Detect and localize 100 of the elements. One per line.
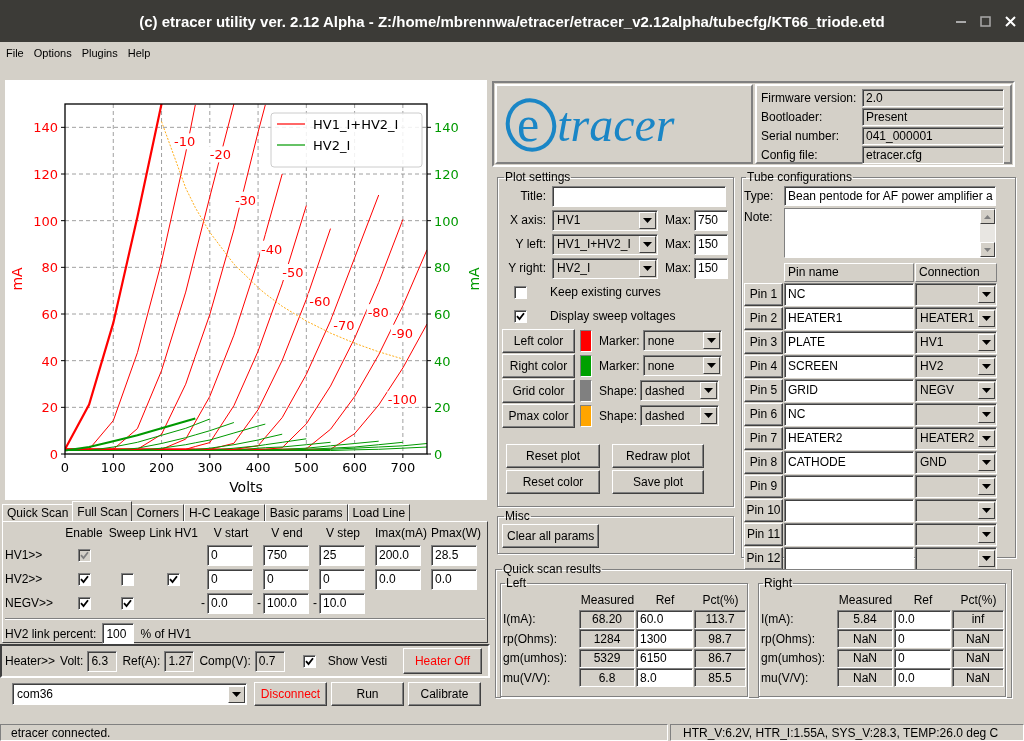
tick-label: 120 xyxy=(33,167,58,182)
readout-field: 0.7 xyxy=(254,650,285,672)
tick-label: 140 xyxy=(434,120,459,136)
row-label: NEGV>> xyxy=(5,596,55,610)
tick-label: 400 xyxy=(245,460,271,475)
curve-label: -80 xyxy=(367,305,389,321)
tick-label: 0 xyxy=(49,447,58,462)
tick-label: 0 xyxy=(60,460,70,475)
field-label: Max: xyxy=(665,213,691,227)
readout-field: 1284 xyxy=(579,629,635,649)
readout-field: 1.27 xyxy=(164,650,195,672)
field-label: Max: xyxy=(665,261,691,275)
curve-label: -10 xyxy=(174,134,196,150)
row-label: I(mA): xyxy=(761,612,795,627)
tick-label: 100 xyxy=(434,213,459,229)
curve-label: -20 xyxy=(209,147,232,163)
readout-field: 2.0 xyxy=(862,88,1004,107)
field-label: Type: xyxy=(744,189,775,203)
row-label: rp(Ohms): xyxy=(503,631,558,646)
checkbox-label: Show Vesti xyxy=(327,654,388,668)
field-label: Max: xyxy=(665,237,691,251)
column-header: Ref xyxy=(654,592,676,607)
group-title: Left xyxy=(505,576,527,590)
curve-label: -50 xyxy=(282,265,304,280)
minus-sign: - xyxy=(256,596,262,610)
field-label: Comp(V): xyxy=(199,654,251,668)
axis-title: Volts xyxy=(229,479,263,495)
field-label: Marker: xyxy=(599,333,640,348)
readout-field: Present xyxy=(862,107,1004,126)
group-title: Right xyxy=(763,576,793,590)
field-label: Y right: xyxy=(507,261,546,275)
section-label: Heater>> xyxy=(5,654,56,668)
group-title: Misc xyxy=(504,509,531,523)
curve-label: -60 xyxy=(309,294,331,310)
group-title: Plot settings xyxy=(504,170,572,184)
row-label: I(mA): xyxy=(503,612,537,627)
field-label: Y left: xyxy=(514,237,546,251)
readout-field: NaN xyxy=(952,648,1004,668)
readout-field: 86.7 xyxy=(694,648,746,668)
legend-label: HV2_I xyxy=(313,138,351,153)
readout-field: NaN xyxy=(837,629,893,649)
minus-sign: - xyxy=(200,596,206,610)
row-label: mu(V/V): xyxy=(503,670,552,685)
row-label: HV2>> xyxy=(5,572,44,586)
curve-label: -40 xyxy=(260,241,283,257)
field-label: X axis: xyxy=(509,213,546,227)
tick-label: 600 xyxy=(342,460,367,475)
status-text: etracer connected. xyxy=(0,724,668,741)
tick-label: 20 xyxy=(434,400,451,416)
field-label: HV2 link percent: xyxy=(5,626,97,641)
readout-field: NaN xyxy=(837,668,893,688)
readout-field: NaN xyxy=(952,668,1004,688)
checkbox-label: Display sweep voltages xyxy=(550,309,676,323)
readout-field: 68.20 xyxy=(579,609,635,629)
tick-label: 500 xyxy=(293,460,319,475)
tick-label: 100 xyxy=(33,213,58,229)
field-label: Note: xyxy=(744,210,774,224)
column-header: V end xyxy=(270,526,304,540)
row-label: rp(Ohms): xyxy=(761,631,816,646)
tick-label: 200 xyxy=(149,460,174,475)
field-label: Serial number: xyxy=(761,128,841,143)
field-label: Title: xyxy=(519,189,546,203)
column-header: Pin name xyxy=(784,262,914,282)
tick-label: 120 xyxy=(434,167,459,182)
column-header: Measured xyxy=(579,592,636,607)
readout-field: NaN xyxy=(837,648,893,668)
curve-label: -70 xyxy=(333,317,355,333)
field-label: % of HV1 xyxy=(140,626,192,641)
tick-label: 40 xyxy=(434,353,451,369)
readout-field: 85.5 xyxy=(694,668,746,688)
tick-label: 0 xyxy=(434,447,443,462)
field-label: Config file: xyxy=(761,147,819,162)
group-title: Tube configurations xyxy=(746,170,853,184)
column-header: Pct(%) xyxy=(959,592,998,607)
logo: e tracer xyxy=(495,84,753,164)
readout-field: 041_000001 xyxy=(862,126,1004,145)
minus-sign: - xyxy=(312,596,318,610)
group-title: Quick scan results xyxy=(502,562,603,576)
tick-label: 60 xyxy=(434,307,451,322)
tick-label: 40 xyxy=(41,353,58,369)
column-header: Connection xyxy=(915,262,997,282)
axis-title: mA xyxy=(9,267,25,291)
tick-label: 60 xyxy=(41,307,58,322)
column-header: V step xyxy=(325,526,361,540)
column-header: Link HV1 xyxy=(148,526,199,540)
tick-label: 140 xyxy=(33,120,58,136)
curve-label: -100 xyxy=(387,391,418,407)
field-label: Bootloader: xyxy=(761,109,824,124)
field-label: Volt: xyxy=(60,654,84,668)
field-label: Shape: xyxy=(599,408,638,423)
column-header: Enable xyxy=(64,526,104,540)
tick-label: 20 xyxy=(41,400,58,416)
row-label: HV1>> xyxy=(5,548,44,562)
readout-field: 98.7 xyxy=(694,629,746,649)
field-label: Marker: xyxy=(599,358,640,373)
row-label: gm(umhos): xyxy=(503,651,568,666)
readout-field: 6.3 xyxy=(87,650,118,672)
axis-title: mA xyxy=(466,267,482,291)
field-label: Firmware version: xyxy=(761,90,858,105)
column-header: Ref xyxy=(912,592,934,607)
